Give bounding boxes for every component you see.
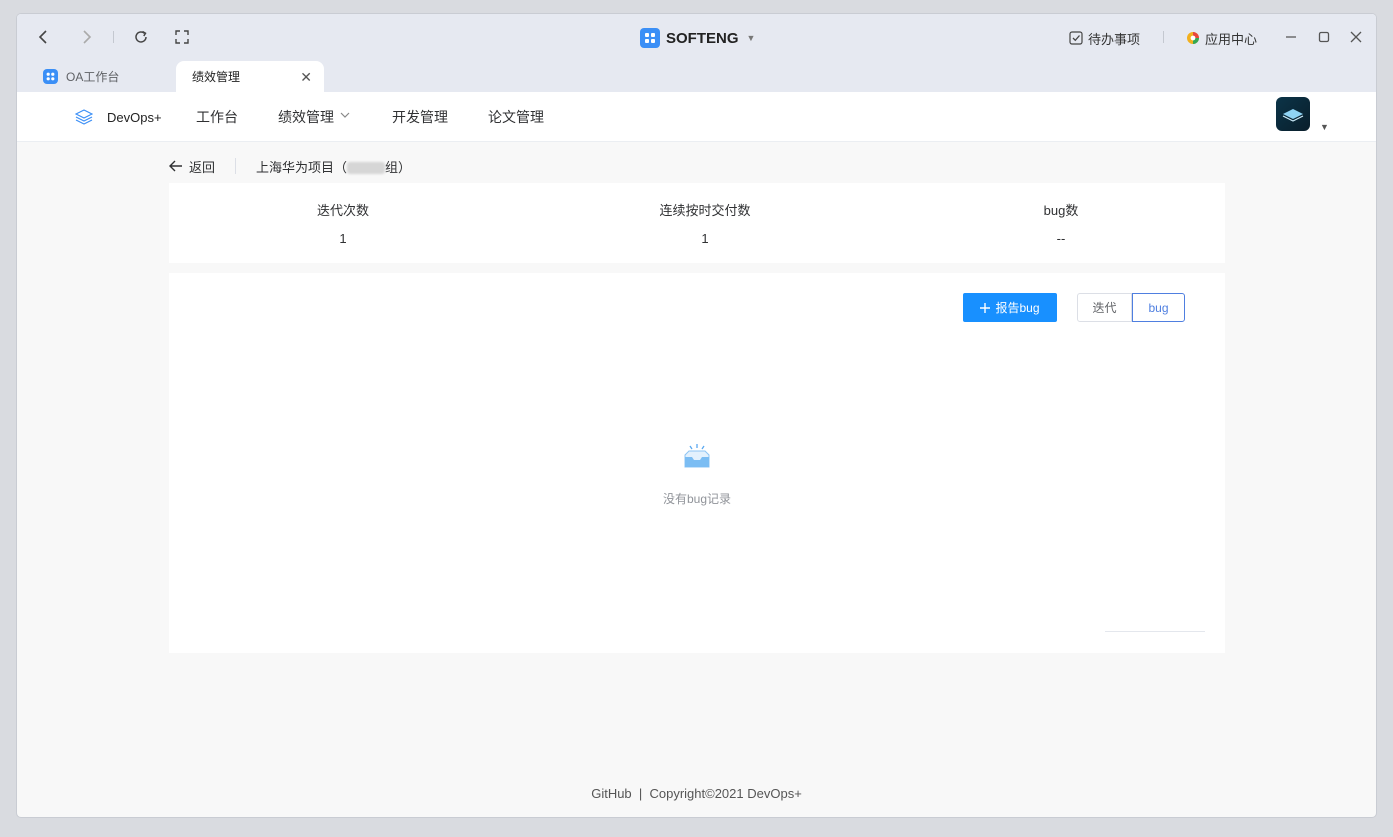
forward-nav-button[interactable] bbox=[75, 26, 97, 48]
reload-button[interactable] bbox=[130, 26, 152, 48]
close-icon bbox=[1350, 31, 1362, 43]
tab-label: OA工作台 bbox=[66, 70, 120, 84]
minimize-button[interactable] bbox=[1280, 26, 1302, 48]
stat-label: 连续按时交付数 bbox=[659, 203, 751, 218]
report-bug-button[interactable]: 报告bug bbox=[963, 293, 1057, 322]
top-divider bbox=[1163, 31, 1164, 43]
app-switcher[interactable]: SOFTENG ▼ bbox=[640, 26, 755, 50]
minimize-icon bbox=[1286, 36, 1296, 38]
menu-label: 开发管理 bbox=[392, 109, 448, 125]
close-window-button[interactable] bbox=[1345, 26, 1367, 48]
browser-window: SOFTENG ▼ 待办事项 应用中心 OA工作台 绩效管理 ✕ DevOps+… bbox=[17, 14, 1376, 817]
oa-app-icon bbox=[43, 69, 58, 84]
breadcrumb: 返回 上海华为项目（ 组） bbox=[169, 155, 411, 177]
maximize-icon bbox=[1318, 31, 1330, 43]
report-bug-label: 报告bug bbox=[995, 301, 1040, 315]
menu-item-dev[interactable]: 开发管理 bbox=[392, 92, 448, 142]
fullscreen-button[interactable] bbox=[171, 26, 193, 48]
project-name-suffix: 组） bbox=[385, 159, 412, 175]
app-center-icon bbox=[1187, 32, 1199, 44]
stat-label: 迭代次数 bbox=[316, 203, 369, 218]
chevron-down-icon bbox=[340, 112, 350, 118]
segment-iteration[interactable]: 迭代 bbox=[1077, 293, 1132, 322]
checkbox-icon bbox=[1069, 31, 1083, 45]
menu-item-performance[interactable]: 绩效管理 bbox=[278, 92, 350, 142]
app-grid-icon bbox=[640, 28, 660, 48]
top-navbar: DevOps+ 工作台 绩效管理 开发管理 论文管理 ▼ bbox=[17, 92, 1376, 142]
empty-inbox-icon bbox=[684, 444, 710, 468]
title-bar: SOFTENG ▼ 待办事项 应用中心 OA工作台 绩效管理 ✕ bbox=[17, 14, 1376, 92]
brand[interactable]: DevOps+ bbox=[75, 92, 162, 142]
back-nav-button[interactable] bbox=[33, 26, 55, 48]
tab-oa-workbench[interactable]: OA工作台 bbox=[43, 61, 119, 92]
back-label: 返回 bbox=[189, 159, 216, 175]
segment-label: 迭代 bbox=[1092, 301, 1117, 315]
todo-label: 待办事项 bbox=[1088, 31, 1141, 47]
segment-label: bug bbox=[1148, 300, 1169, 315]
reload-icon bbox=[135, 30, 147, 43]
fullscreen-icon bbox=[175, 30, 189, 44]
stat-label: bug数 bbox=[1043, 203, 1079, 218]
arrow-left-icon bbox=[169, 160, 182, 172]
caret-down-icon: ▼ bbox=[746, 33, 756, 43]
menu-item-workbench[interactable]: 工作台 bbox=[196, 92, 238, 142]
avatar-caret-icon[interactable]: ▼ bbox=[1320, 122, 1329, 132]
nav-divider bbox=[113, 31, 114, 43]
menu-label: 绩效管理 bbox=[278, 109, 334, 125]
divider bbox=[1105, 631, 1205, 632]
app-name: SOFTENG bbox=[666, 29, 739, 47]
todo-button[interactable]: 待办事项 bbox=[1069, 26, 1140, 50]
brand-name: DevOps+ bbox=[107, 109, 162, 125]
chevron-left-icon bbox=[38, 30, 47, 44]
redacted-text bbox=[347, 162, 386, 175]
menu-label: 论文管理 bbox=[488, 109, 544, 125]
project-name-prefix: 上海华为项目（ bbox=[256, 159, 348, 175]
app-center-label: 应用中心 bbox=[1205, 31, 1258, 47]
menu-item-paper[interactable]: 论文管理 bbox=[488, 92, 544, 142]
avatar[interactable] bbox=[1276, 97, 1310, 131]
plus-icon bbox=[980, 302, 991, 313]
breadcrumb-divider bbox=[235, 158, 237, 174]
menu-label: 工作台 bbox=[196, 109, 238, 125]
footer: GitHub | Copyright©2021 DevOps+ bbox=[591, 786, 802, 801]
stat-value: -- bbox=[1056, 231, 1066, 246]
maximize-button[interactable] bbox=[1313, 26, 1335, 48]
app-center-button[interactable]: 应用中心 bbox=[1186, 26, 1257, 50]
bug-panel: 报告bug 迭代 bug 没有bug记录 bbox=[169, 273, 1225, 653]
empty-state-text: 没有bug记录 bbox=[662, 492, 732, 506]
back-button[interactable]: 返回 bbox=[169, 157, 215, 176]
stats-card: 迭代次数 1 连续按时交付数 1 bug数 -- bbox=[169, 183, 1225, 263]
stat-value: 1 bbox=[701, 231, 709, 246]
close-tab-icon[interactable]: ✕ bbox=[300, 69, 312, 86]
page-title: 上海华为项目（ 组） bbox=[256, 157, 411, 176]
tab-label: 绩效管理 bbox=[192, 70, 241, 84]
segment-bug[interactable]: bug bbox=[1132, 293, 1185, 322]
chevron-right-icon bbox=[83, 30, 92, 44]
layers-icon bbox=[75, 109, 93, 125]
tab-performance[interactable]: 绩效管理 ✕ bbox=[176, 61, 324, 92]
stat-value: 1 bbox=[339, 231, 347, 246]
